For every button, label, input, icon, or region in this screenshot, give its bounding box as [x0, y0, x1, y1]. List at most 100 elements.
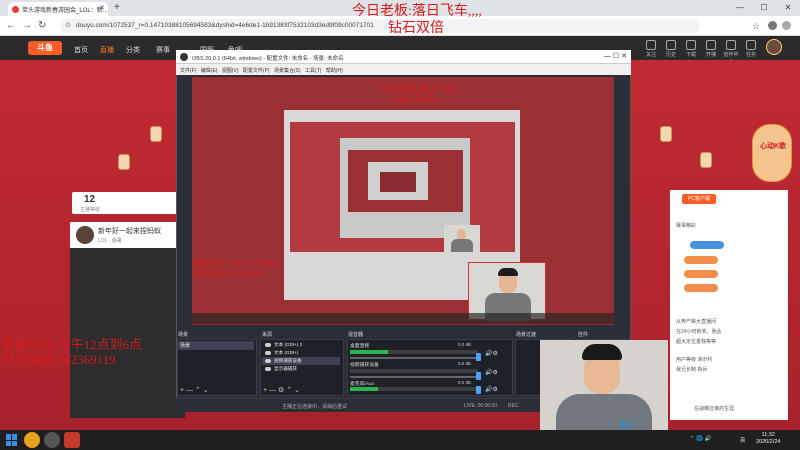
menu-scene-collection[interactable]: 场景集合(S)	[274, 68, 301, 74]
side-text-line: 我兄长制 新兵	[676, 367, 708, 373]
side-text-line: 从奔产跳大直播间	[676, 319, 717, 325]
taskbar-clock[interactable]: 11:32 2026/2/24	[756, 432, 780, 446]
video-player-area[interactable]	[70, 248, 185, 418]
start-stream-icon[interactable]: 开播	[702, 40, 720, 58]
eye-icon	[265, 359, 271, 363]
douyu-logo[interactable]: 斗鱼	[28, 41, 62, 55]
download-icon[interactable]: 下载	[682, 40, 700, 58]
douyu-favicon-icon	[12, 6, 19, 13]
streamer-avatar[interactable]	[76, 226, 94, 244]
tasks-icon[interactable]: 任务	[742, 40, 760, 58]
source-item[interactable]: 文本 (GDI+) 2	[262, 341, 340, 349]
preview-webcam-source[interactable]	[468, 262, 546, 321]
stream-subtitle: LOL · 版署	[98, 238, 122, 244]
scene-add-remove-buttons[interactable]: + — ⌃ ⌄	[180, 386, 209, 394]
nav-home[interactable]: 首页	[74, 45, 88, 55]
pc-client-button[interactable]: PC客户端	[682, 194, 716, 204]
history-icon[interactable]: 历史	[662, 40, 680, 58]
overlay-fangroup-text: 好兄弟群:942369119	[2, 352, 116, 367]
rank-badge	[684, 270, 718, 278]
chat-line: 在战曝还谁的生涯	[694, 406, 735, 412]
reload-icon[interactable]: ↻	[38, 20, 46, 31]
volume-fader[interactable]	[350, 357, 478, 359]
bookmark-star-icon[interactable]: ☆	[752, 21, 760, 32]
transitions-dock-title: 场景过渡	[516, 332, 537, 338]
menu-view[interactable]: 视图(V)	[222, 68, 239, 74]
preview-overlay-fangroup: 好兄弟群:942369119	[192, 269, 262, 278]
side-text-line: 在24小时新奖，我丛	[676, 329, 722, 335]
scene-item[interactable]: 场景	[178, 341, 254, 350]
follow-icon[interactable]: 关注	[642, 40, 660, 58]
side-text-line: 超大定位置我等等	[676, 339, 717, 345]
tray-icons[interactable]: ⌃ 🌐 🔊	[690, 436, 711, 442]
level-value: 12	[84, 194, 96, 205]
audio-meter	[350, 369, 478, 373]
speaker-icon[interactable]: 🔊⚙	[485, 369, 498, 376]
speaker-icon[interactable]: 🔊⚙	[485, 350, 498, 357]
close-window-button[interactable]: ✕	[776, 0, 800, 16]
mixer-dock-title: 混音器	[348, 332, 364, 338]
audio-meter	[350, 350, 478, 354]
site-info-icon[interactable]: ⊙	[65, 21, 71, 29]
menu-tools[interactable]: 工具(T)	[305, 68, 321, 74]
side-badge[interactable]	[690, 241, 724, 249]
forward-icon[interactable]: →	[22, 20, 32, 31]
extension-icon[interactable]	[768, 21, 777, 30]
clock-time: 11:32	[761, 432, 775, 438]
obs-menubar: 文件(F) 编辑(E) 视图(V) 配置文件(P) 场景集合(S) 工具(T) …	[176, 64, 631, 75]
preview-overlay-diamond-text: 钻石双倍	[398, 94, 435, 104]
menu-profile[interactable]: 配置文件(P)	[243, 68, 270, 74]
url-text: douyu.com/1072537_r=0.14710388105694583&…	[76, 22, 374, 29]
anchor-level-card: 12 主播等级	[72, 192, 182, 214]
obs-window-controls[interactable]: — ☐ ✕	[604, 52, 627, 60]
eye-icon	[265, 351, 271, 355]
obs-titlebar: OBS 20.0.1 (64bit, windows) - 配置文件: 未命名 …	[176, 50, 631, 64]
level-label: 主播等级	[80, 207, 101, 213]
maximize-button[interactable]: ☐	[752, 0, 776, 16]
fader-knob[interactable]	[476, 386, 481, 394]
nav-category[interactable]: 分类	[126, 45, 140, 55]
nav-events[interactable]: 赛事	[156, 45, 170, 55]
source-item[interactable]: 文本 (GDI+)	[262, 349, 340, 357]
close-tab-icon[interactable]: ✕	[99, 4, 105, 12]
preview-nested-preview	[380, 172, 416, 192]
windows-start-icon[interactable]	[6, 434, 18, 446]
preview-nested-webcam	[444, 225, 480, 252]
source-item[interactable]: 视频捕获设备	[262, 357, 340, 365]
url-input[interactable]: ⊙ douyu.com/1072537_r=0.1471038810569458…	[60, 19, 700, 33]
browser-tab[interactable]: 单头游戏新春游园会_LOL：新... ✕	[8, 2, 108, 16]
fader-knob[interactable]	[476, 372, 481, 380]
scenes-dock-title: 场景	[178, 332, 189, 338]
mixer-track-name: 视频捕获设备	[350, 363, 379, 368]
status-message: 主播正在连接中，请稍后重试	[282, 404, 348, 410]
menu-file[interactable]: 文件(F)	[180, 68, 196, 74]
source-add-remove-buttons[interactable]: + — ⚙ ⌃ ⌄	[263, 386, 300, 394]
rec-timer: REC	[508, 403, 519, 409]
mixer-track-db: 0.0 dB	[458, 342, 472, 347]
new-tab-icon[interactable]: +	[114, 2, 120, 13]
fader-knob[interactable]	[476, 353, 481, 361]
speaker-icon[interactable]: 🔊⚙	[485, 386, 498, 393]
chrome-taskbar-icon[interactable]	[24, 432, 40, 448]
menu-edit[interactable]: 编辑(E)	[201, 68, 218, 74]
clock-date: 2026/2/24	[756, 439, 781, 445]
user-avatar[interactable]	[766, 39, 782, 55]
volume-fader[interactable]	[350, 376, 478, 378]
rank-badge	[684, 284, 718, 292]
mixer-track-name: 麦克风/Aux	[350, 382, 374, 387]
menu-help[interactable]: 帮助(H)	[326, 68, 343, 74]
minimize-button[interactable]: —	[728, 0, 752, 16]
window-controls: — ☐ ✕	[728, 0, 800, 16]
source-item[interactable]: 显示器捕获	[262, 365, 340, 373]
mixer-track-db: 0.0 dB	[458, 380, 472, 385]
webcam-overlay: 36	[540, 340, 668, 432]
profile-icon[interactable]	[782, 21, 791, 30]
back-icon[interactable]: ←	[6, 20, 16, 31]
input-language[interactable]: 英	[740, 436, 746, 444]
nav-live[interactable]: 直播	[100, 45, 114, 55]
live-timer: LIVE: 00:00:00	[464, 403, 498, 409]
obs-taskbar-icon[interactable]	[44, 432, 60, 448]
obs-logo-icon	[180, 53, 188, 61]
mascot-banner[interactable]: 心动K歌	[752, 124, 792, 182]
app-taskbar-icon[interactable]	[64, 432, 80, 448]
